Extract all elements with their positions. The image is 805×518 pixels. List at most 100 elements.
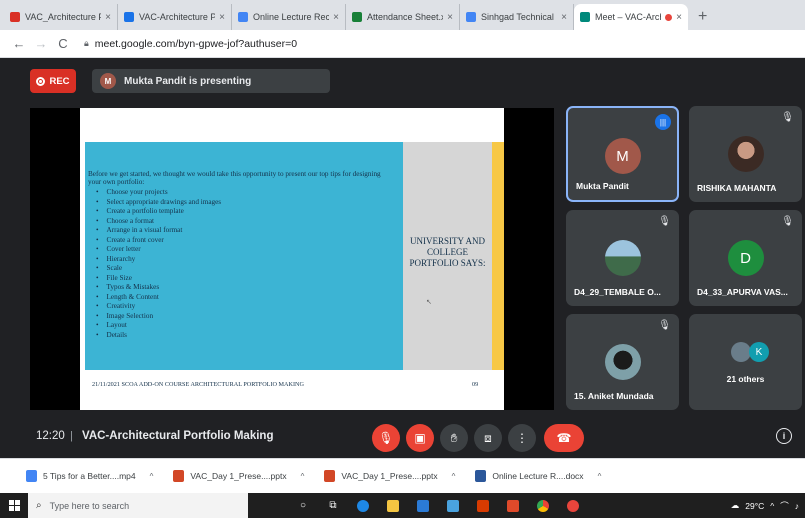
file-explorer-icon[interactable] xyxy=(378,493,408,518)
end-call-button[interactable]: ☎︎ xyxy=(544,424,584,452)
powerpoint-file-icon xyxy=(173,470,185,482)
recording-dot-icon xyxy=(665,13,673,21)
lock-icon: 🔒︎ xyxy=(84,38,89,48)
record-icon xyxy=(36,76,46,86)
browser-tab-3[interactable]: Attendance Sheet.xlsx × xyxy=(346,4,460,30)
browser-tab-5[interactable]: Meet – VAC-Archi × xyxy=(574,4,688,30)
list-item: Choose your projects xyxy=(96,188,356,198)
shared-slide: Before we get started, we thought we wou… xyxy=(80,108,504,410)
list-item: Layout xyxy=(96,321,356,331)
close-icon[interactable]: × xyxy=(333,12,339,23)
volume-icon[interactable]: ♪ xyxy=(795,501,799,511)
back-arrow-icon[interactable]: ← xyxy=(8,36,30,51)
participant-tile-mukta[interactable]: ||| M Mukta Pandit xyxy=(566,106,679,202)
mic-off-icon: 🎙︎ xyxy=(378,431,394,445)
browser-tab-1[interactable]: VAC-Architecture Port × xyxy=(118,4,232,30)
list-item: Create a portfolio template xyxy=(96,207,356,217)
list-item: Typos & Mistakes xyxy=(96,283,356,293)
participant-name: Mukta Pandit xyxy=(576,181,629,191)
download-filename: VAC_Day 1_Prese....pptx xyxy=(190,471,287,481)
avatar: M xyxy=(100,73,116,89)
participant-name: D4_29_TEMBALE O... xyxy=(574,287,661,297)
participant-tile-aniket[interactable]: 🎙︎ 15. Aniket Mundada xyxy=(566,314,679,410)
participant-tile-rishika[interactable]: 🎙︎ RISHIKA MAHANTA xyxy=(689,106,802,202)
presenting-text: Mukta Pandit is presenting xyxy=(124,75,252,87)
office-app-icon-2[interactable] xyxy=(498,493,528,518)
windows-logo-icon xyxy=(8,500,20,511)
browser-tab-2[interactable]: Online Lecture Record × xyxy=(232,4,346,30)
chrome-icon[interactable] xyxy=(528,493,558,518)
present-now-button[interactable]: ⧈ xyxy=(474,424,502,452)
docs-favicon-icon xyxy=(466,12,476,22)
drive-favicon-icon xyxy=(124,12,134,22)
camera-off-icon: ▣ xyxy=(414,431,426,445)
close-icon[interactable]: × xyxy=(561,12,567,23)
edge-icon[interactable] xyxy=(348,493,378,518)
list-item: Arrange in a visual format xyxy=(96,226,356,236)
browser-tab-0[interactable]: VAC_Architecture Port × xyxy=(4,4,118,30)
close-icon[interactable]: × xyxy=(447,12,453,23)
participant-tile-others[interactable]: K 21 others xyxy=(689,314,802,410)
list-item: Choose a format xyxy=(96,217,356,227)
others-count: 21 others xyxy=(726,374,765,384)
taskbar-search[interactable]: ⌕ Type here to search xyxy=(28,493,248,518)
participant-tile-tembale[interactable]: 🎙︎ D4_29_TEMBALE O... xyxy=(566,210,679,306)
tray-caret-icon[interactable]: ^ xyxy=(770,501,774,511)
chevron-up-icon[interactable]: ^ xyxy=(150,472,154,481)
browser-tab-4[interactable]: Sinhgad Technical Edu × xyxy=(460,4,574,30)
camera-toggle-button[interactable]: ▣ xyxy=(406,424,434,452)
word-file-icon xyxy=(475,470,487,482)
avatar-photo xyxy=(604,344,641,380)
mic-off-icon: 🎙︎ xyxy=(658,320,671,331)
end-call-icon: ☎︎ xyxy=(556,431,572,445)
close-icon[interactable]: × xyxy=(105,12,111,23)
close-icon[interactable]: × xyxy=(676,12,682,23)
tab-title: VAC-Architecture Port xyxy=(139,12,215,22)
more-vert-icon: ⋮ xyxy=(516,431,528,445)
raise-hand-button[interactable]: ✋︎ xyxy=(440,424,468,452)
slide-heading: UNIVERSITY AND COLLEGE PORTFOLIO SAYS: xyxy=(409,236,486,268)
meet-control-bar: 12:20 | VAC-Architectural Portfolio Maki… xyxy=(0,418,805,458)
mic-toggle-button[interactable]: 🎙︎ xyxy=(372,424,400,452)
raise-hand-icon: ✋︎ xyxy=(450,430,458,445)
download-filename: 5 Tips for a Better....mp4 xyxy=(43,471,136,481)
windows-taskbar: ⌕ Type here to search ○ ⧉ ☁︎ 29°C ^ ⌒ ♪ xyxy=(0,493,805,518)
temperature: 29°C xyxy=(745,500,765,511)
avatar-photo xyxy=(731,342,751,362)
chevron-up-icon[interactable]: ^ xyxy=(598,472,602,481)
meeting-info-button[interactable]: i xyxy=(776,428,792,444)
download-item-3[interactable]: Online Lecture R....docx ^ xyxy=(475,470,621,482)
mic-off-icon: 🎙︎ xyxy=(781,216,794,227)
presentation-stage: Before we get started, we thought we wou… xyxy=(30,108,554,410)
list-item: Scale xyxy=(96,264,356,274)
more-options-button[interactable]: ⋮ xyxy=(508,424,536,452)
chevron-up-icon[interactable]: ^ xyxy=(452,472,456,481)
task-view-icon[interactable]: ⧉ xyxy=(318,493,348,518)
chevron-up-icon[interactable]: ^ xyxy=(301,472,305,481)
rec-label: REC xyxy=(49,75,70,87)
start-button[interactable] xyxy=(0,493,28,518)
cortana-icon[interactable]: ○ xyxy=(288,493,318,518)
download-item-1[interactable]: VAC_Day 1_Prese....pptx ^ xyxy=(173,470,324,482)
mail-icon[interactable] xyxy=(438,493,468,518)
search-placeholder: Type here to search xyxy=(49,500,130,511)
url-field[interactable]: 🔒︎ meet.google.com/byn-gpwe-jof?authuser… xyxy=(84,38,297,50)
download-item-0[interactable]: 5 Tips for a Better....mp4 ^ xyxy=(26,470,173,482)
participant-tile-apurva[interactable]: 🎙︎ D D4_33_APURVA VAS... xyxy=(689,210,802,306)
reload-icon[interactable]: C xyxy=(52,36,74,51)
store-icon[interactable] xyxy=(408,493,438,518)
tab-title: Meet – VAC-Archi xyxy=(595,12,662,22)
avatar: K xyxy=(749,342,769,362)
avatar-photo xyxy=(727,136,764,172)
office-app-icon[interactable] xyxy=(468,493,498,518)
forward-arrow-icon[interactable]: → xyxy=(30,36,52,51)
avatar: D xyxy=(727,240,764,276)
slide-yellow-strip xyxy=(492,142,504,370)
close-icon[interactable]: × xyxy=(219,12,225,23)
new-tab-button[interactable]: + xyxy=(688,8,717,30)
recording-badge[interactable]: REC xyxy=(30,69,76,93)
network-icon[interactable]: ⌒ xyxy=(780,500,789,512)
app-icon[interactable] xyxy=(558,493,588,518)
download-item-2[interactable]: VAC_Day 1_Prese....pptx ^ xyxy=(324,470,475,482)
tab-title: Online Lecture Record xyxy=(253,12,330,22)
